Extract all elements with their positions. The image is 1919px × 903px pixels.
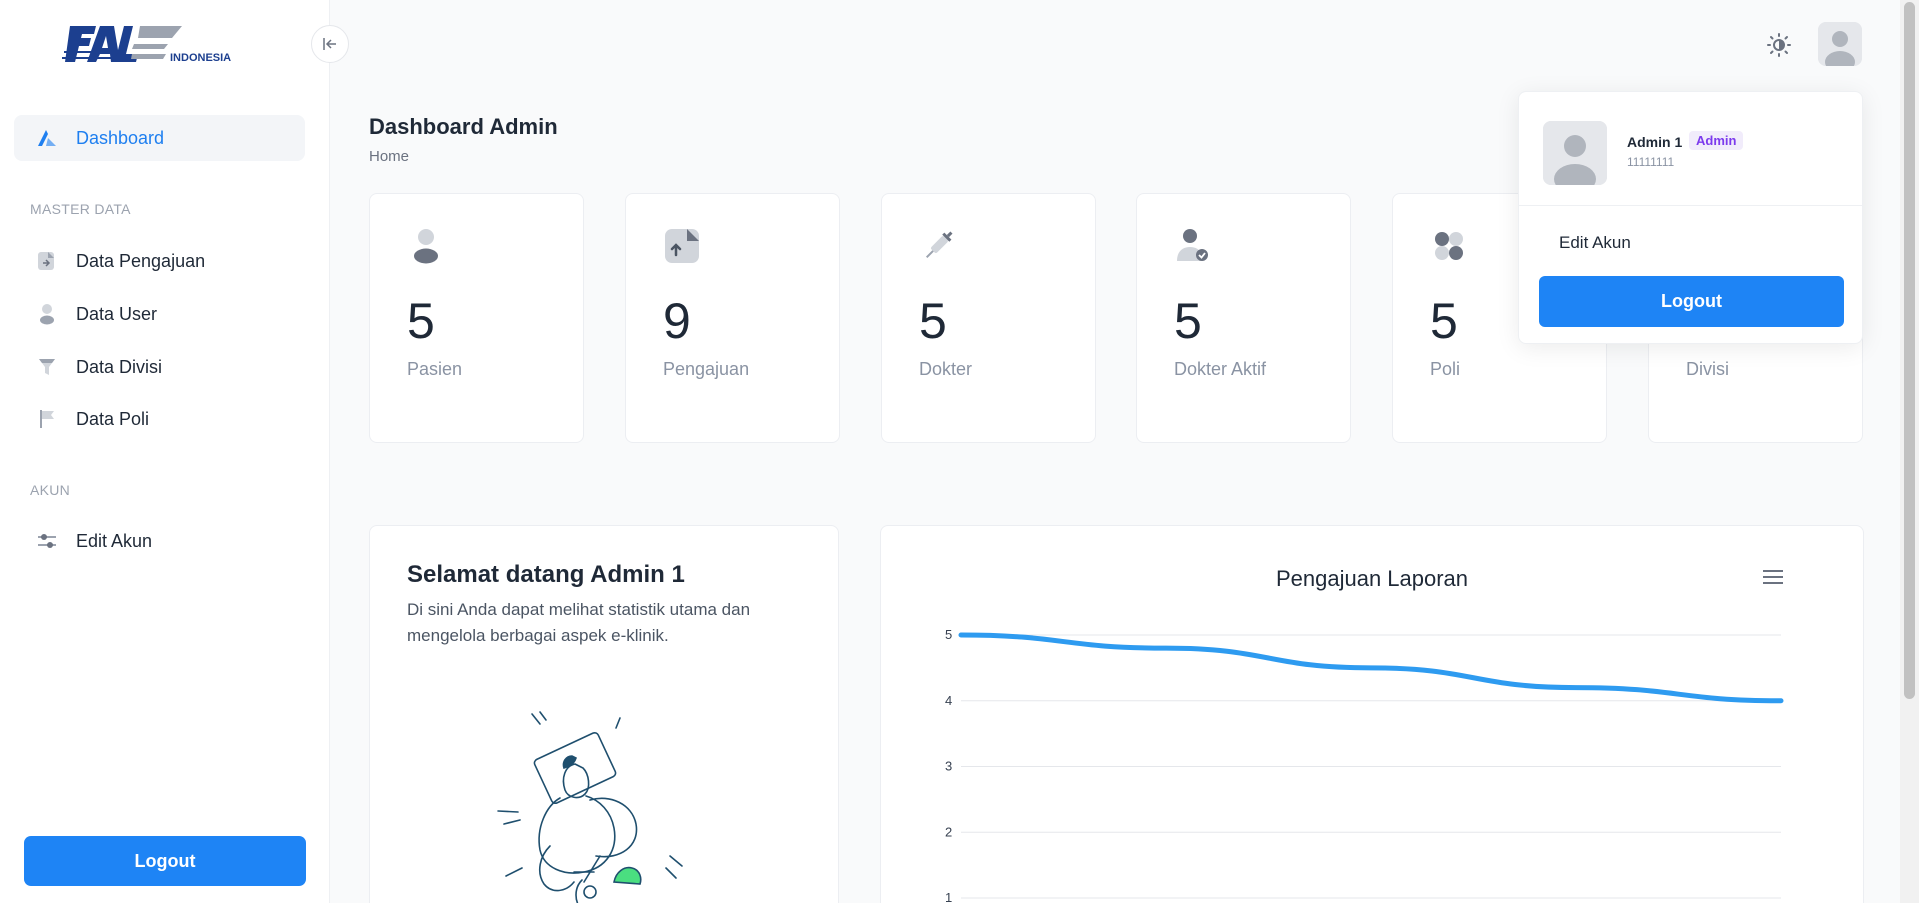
scrollbar-thumb[interactable] [1904,2,1915,699]
sun-icon[interactable] [1764,30,1794,60]
stat-label: Divisi [1686,359,1729,379]
welcome-illustration [490,706,710,903]
edit-akun-link[interactable]: Edit Akun [1559,233,1631,253]
stat-label: Pengajuan [663,359,750,379]
sidebar-item-label: Data User [76,303,158,324]
breadcrumb[interactable]: Home [369,148,409,165]
sidebar: INDONESIA Dashboard MASTER DATA Data Pen… [0,0,349,903]
stat-card-dokter-aktif: 5 Dokter Aktif [1136,193,1351,443]
y-tick-label: 3 [945,759,952,774]
sidebar-item-edit-akun[interactable]: Edit Akun [14,518,305,564]
collapse-left-icon[interactable] [311,25,349,63]
stat-label: Pasien [407,359,463,379]
poli-icon [1429,226,1469,266]
section-master-data: MASTER DATA [30,201,131,217]
stat-card-dokter: 5 Dokter [881,193,1096,443]
chart-card: Pengajuan Laporan 54321 [880,525,1864,903]
welcome-title: Selamat datang Admin 1 [407,561,685,588]
dropdown-logout-button[interactable]: Logout [1539,276,1844,327]
file-upload-icon [34,248,60,274]
scrollbar[interactable] [1900,0,1919,903]
stat-card-pasien: 5 Pasien [369,193,584,443]
welcome-card: Selamat datang Admin 1 Di sini Anda dapa… [369,525,839,903]
sidebar-item-label: Data Divisi [76,356,163,377]
sidebar-item-data-user[interactable]: Data User [14,291,305,337]
y-tick-label: 2 [945,824,952,839]
sidebar-logout-button[interactable]: Logout [24,836,306,886]
series-line[interactable] [958,632,1784,704]
sidebar-item-label: Dashboard [76,127,165,148]
flag-icon [34,406,60,432]
y-tick-label: 5 [945,627,952,642]
pal-indonesia-logo[interactable]: INDONESIA [62,22,242,70]
sidebar-item-dashboard[interactable]: Dashboard [14,115,305,161]
user-dropdown: Admin 1 Admin 11111111 Edit Akun Logout [1518,91,1863,344]
avatar [1543,121,1607,185]
section-akun: AKUN [30,482,71,498]
stat-value: 5 [1430,293,1458,349]
dashboard-icon [34,125,60,151]
person-icon [406,226,446,266]
line-chart: 5 4 3 2 1 [945,627,1784,903]
sidebar-item-label: Edit Akun [76,530,153,551]
sidebar-item-label: Data Pengajuan [76,250,206,271]
user-check-icon [1173,226,1213,266]
stat-value: 5 [919,293,947,349]
avatar[interactable] [1818,22,1862,66]
filter-icon [34,354,60,380]
stat-label: Dokter [919,359,973,379]
user-icon [34,301,60,327]
welcome-text: Di sini Anda dapat melihat statistik uta… [407,600,751,645]
user-name: Admin 1 [1627,134,1683,150]
sidebar-item-label: Data Poli [76,408,150,429]
y-tick-label: 4 [945,693,952,708]
sidebar-item-data-divisi[interactable]: Data Divisi [14,344,305,390]
role-badge: Admin [1689,131,1744,150]
page-title: Dashboard Admin [369,114,558,139]
stat-value: 5 [1174,293,1202,349]
sidebar-item-data-poli[interactable]: Data Poli [14,396,305,442]
stat-card-pengajuan: 9 Pengajuan [625,193,840,443]
stat-label: Poli [1430,359,1461,379]
sliders-icon [34,528,60,554]
y-tick-label: 1 [945,890,952,903]
sidebar-item-data-pengajuan[interactable]: Data Pengajuan [14,238,305,284]
document-upload-icon [662,226,702,266]
stat-label: Dokter Aktif [1174,359,1267,379]
logo-sub-text: INDONESIA [170,52,231,64]
stat-value: 9 [663,293,691,349]
syringe-icon [918,226,958,266]
stat-value: 5 [407,293,435,349]
user-id: 11111111 [1627,155,1675,169]
divider [1519,205,1862,206]
